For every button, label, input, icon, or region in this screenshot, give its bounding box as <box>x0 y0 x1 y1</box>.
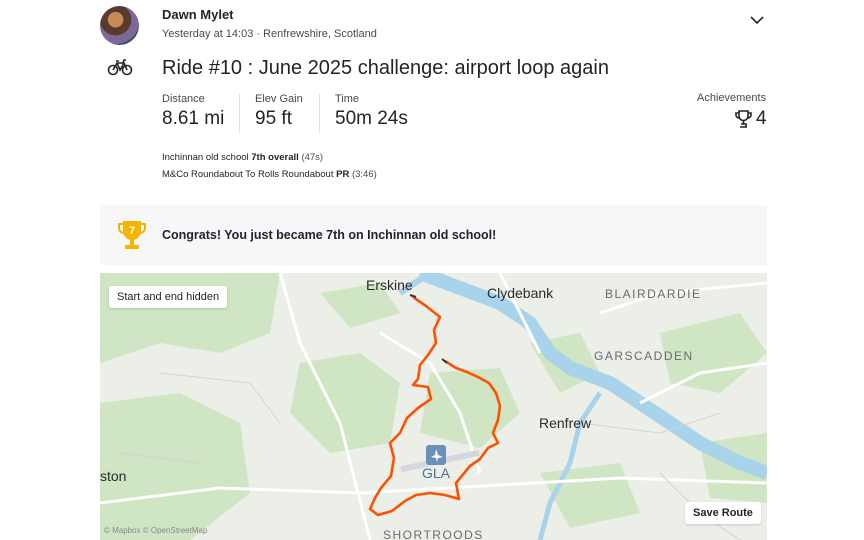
save-route-button[interactable]: Save Route <box>685 502 761 524</box>
airport-icon <box>426 445 446 465</box>
segment-rank: 7th overall <box>251 152 299 163</box>
map-label-shortroods: SHORTROODS <box>383 528 484 540</box>
map-label-renfrew: Renfrew <box>539 415 592 431</box>
activity-meta: Yesterday at 14:03 · Renfrewshire, Scotl… <box>162 28 377 40</box>
bike-icon <box>107 59 133 76</box>
route-map[interactable]: Start and end hidden Save Route Erskine … <box>100 273 767 540</box>
map-label-clydebank: Clydebank <box>487 285 554 301</box>
trophy-icon: 7 <box>118 221 146 249</box>
stat-elev-gain: Elev Gain 95 ft <box>255 93 303 133</box>
congrats-message: Congrats! You just became 7th on Inchinn… <box>162 228 497 242</box>
stat-distance: Distance 8.61 mi <box>162 93 224 133</box>
map-label-gla: GLA <box>422 465 451 481</box>
achievements-value[interactable]: 4 <box>735 108 767 130</box>
segment-name: M&Co Roundabout To Rolls Roundabout <box>162 169 334 180</box>
segment-name: Inchinnan old school <box>162 152 249 163</box>
stat-time: Time 50m 24s <box>335 93 408 133</box>
stat-value: 50m 24s <box>335 108 408 129</box>
segment-rank: PR <box>336 169 350 180</box>
stat-label: Time <box>335 93 360 105</box>
trophy-rank-number: 7 <box>129 225 135 237</box>
chevron-down-icon[interactable] <box>749 14 765 26</box>
map-copyright[interactable]: © Mapbox © OpenStreetMap <box>104 526 207 535</box>
map-label-erskine: Erskine <box>366 277 413 293</box>
stat-label: Elev Gain <box>255 93 303 105</box>
map-label-garscadden: GARSCADDEN <box>594 349 694 363</box>
activity-title[interactable]: Ride #10 : June 2025 challenge: airport … <box>162 57 609 80</box>
map-label-ston: ston <box>100 468 127 484</box>
stat-value: 95 ft <box>255 108 292 129</box>
map-label-blairdardie: BLAIRDARDIE <box>605 287 702 301</box>
segment-effort[interactable]: Inchinnan old school 7th overall (47s) <box>162 152 323 163</box>
athlete-name[interactable]: Dawn Mylet <box>162 7 234 22</box>
segment-time: (47s) <box>301 152 324 163</box>
stat-divider <box>319 93 320 133</box>
trophy-icon <box>735 110 752 128</box>
stat-label: Distance <box>162 93 205 105</box>
avatar[interactable] <box>100 6 139 45</box>
segment-time: (3:46) <box>351 169 377 180</box>
achievements-count: 4 <box>756 108 767 129</box>
stat-divider <box>239 93 240 133</box>
stat-value: 8.61 mi <box>162 108 225 129</box>
map-canvas[interactable] <box>100 273 767 540</box>
segment-effort[interactable]: M&Co Roundabout To Rolls Roundabout PR (… <box>162 169 377 180</box>
achievements-label: Achievements <box>697 92 767 104</box>
privacy-label: Start and end hidden <box>109 286 228 308</box>
